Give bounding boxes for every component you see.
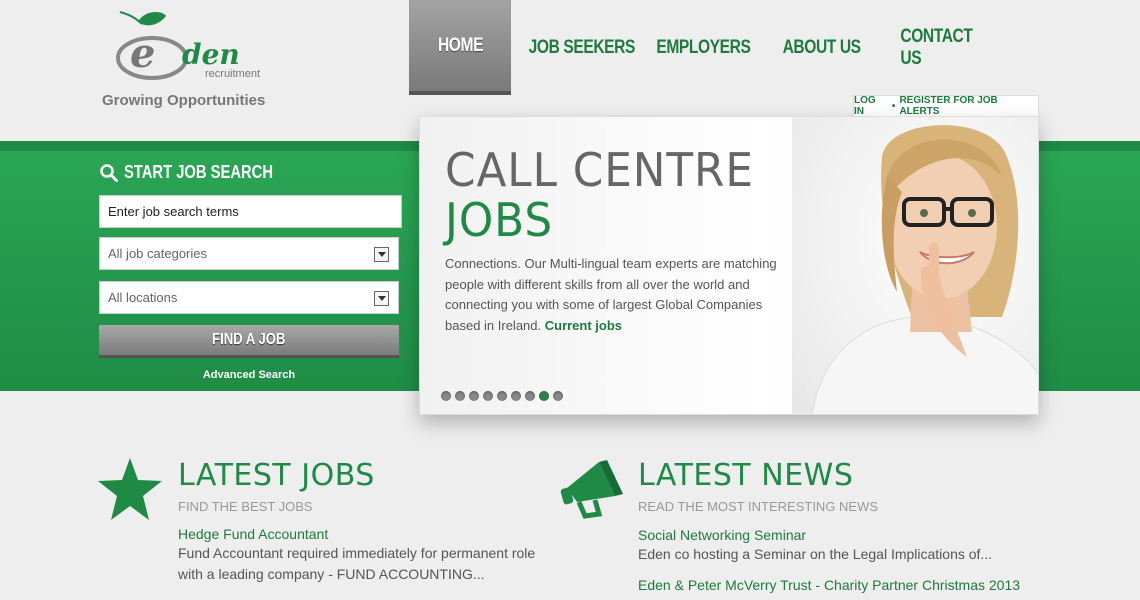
slider-dot[interactable] xyxy=(469,391,479,401)
star-icon xyxy=(98,458,162,520)
slide-body: Connections. Our Multi-lingual team expe… xyxy=(445,254,790,336)
slider-dot[interactable] xyxy=(525,391,535,401)
category-selected: All job categories xyxy=(108,246,207,261)
logo-letter-e: e xyxy=(130,30,155,77)
latest-news-title: LATEST NEWS xyxy=(638,458,854,493)
news-description: Eden co hosting a Seminar on the Legal I… xyxy=(638,546,993,562)
logo-subtitle: recruitment xyxy=(205,68,261,80)
job-description: Fund Accountant required immediately for… xyxy=(178,543,535,585)
location-selected: All locations xyxy=(108,290,178,305)
woman-photo xyxy=(792,117,1038,414)
slider-dot[interactable] xyxy=(553,391,563,401)
search-terms-value: Enter job search terms xyxy=(108,204,239,219)
find-job-button[interactable]: FIND A JOB xyxy=(99,325,399,358)
account-bar: LOG IN • REGISTER FOR JOB ALERTS xyxy=(853,95,1039,117)
job-description-line: with a leading company - FUND ACCOUNTING… xyxy=(178,566,485,582)
dropdown-arrow-icon[interactable] xyxy=(374,291,389,306)
megaphone-icon xyxy=(560,460,623,519)
register-link[interactable]: REGISTER FOR JOB ALERTS xyxy=(899,95,1038,117)
category-select[interactable]: All job categories xyxy=(99,237,399,270)
slider-dot[interactable] xyxy=(497,391,507,401)
hero-slider: CALL CENTRE JOBS Connections. Our Multi-… xyxy=(419,116,1039,415)
slide-title-line1: CALL CENTRE xyxy=(445,143,754,197)
main-nav: HOME JOB SEEKERS EMPLOYERS ABOUT US CONT… xyxy=(409,0,995,95)
job-description-line: Fund Accountant required immediately for… xyxy=(178,545,536,561)
slider-dot[interactable] xyxy=(539,391,549,401)
nav-contact-us[interactable]: CONTACT US xyxy=(891,0,995,95)
login-link[interactable]: LOG IN xyxy=(854,95,888,117)
current-jobs-link[interactable]: Current jobs xyxy=(545,318,622,333)
slider-dots xyxy=(441,391,563,401)
search-icon xyxy=(100,163,118,182)
latest-news-subtitle: READ THE MOST INTERESTING NEWS xyxy=(638,499,879,514)
latest-jobs-subtitle: FIND THE BEST JOBS xyxy=(178,499,313,514)
nav-about-us[interactable]: ABOUT US xyxy=(753,0,891,95)
search-terms-input[interactable]: Enter job search terms xyxy=(99,195,402,228)
slide-title-line2: JOBS xyxy=(445,193,554,247)
logo-tagline: Growing Opportunities xyxy=(102,92,266,109)
dropdown-arrow-icon[interactable] xyxy=(374,247,389,262)
slider-dot[interactable] xyxy=(483,391,493,401)
nav-home[interactable]: HOME xyxy=(409,0,511,95)
slider-dot[interactable] xyxy=(511,391,521,401)
nav-job-seekers[interactable]: JOB SEEKERS xyxy=(511,0,653,95)
news-title-link[interactable]: Eden & Peter McVerry Trust - Charity Par… xyxy=(638,577,1020,593)
advanced-search-link[interactable]: Advanced Search xyxy=(99,369,399,381)
location-select[interactable]: All locations xyxy=(99,281,399,314)
logo[interactable]: e den recruitment Growing Opportunities xyxy=(102,10,292,110)
news-title-link[interactable]: Social Networking Seminar xyxy=(638,527,806,543)
nav-employers[interactable]: EMPLOYERS xyxy=(653,0,753,95)
logo-word-den: den xyxy=(182,38,240,71)
search-title: START JOB SEARCH xyxy=(100,162,306,183)
account-separator: • xyxy=(891,100,896,112)
latest-jobs-title: LATEST JOBS xyxy=(178,458,375,493)
job-title-link[interactable]: Hedge Fund Accountant xyxy=(178,526,328,542)
slider-dot[interactable] xyxy=(455,391,465,401)
slider-dot[interactable] xyxy=(441,391,451,401)
